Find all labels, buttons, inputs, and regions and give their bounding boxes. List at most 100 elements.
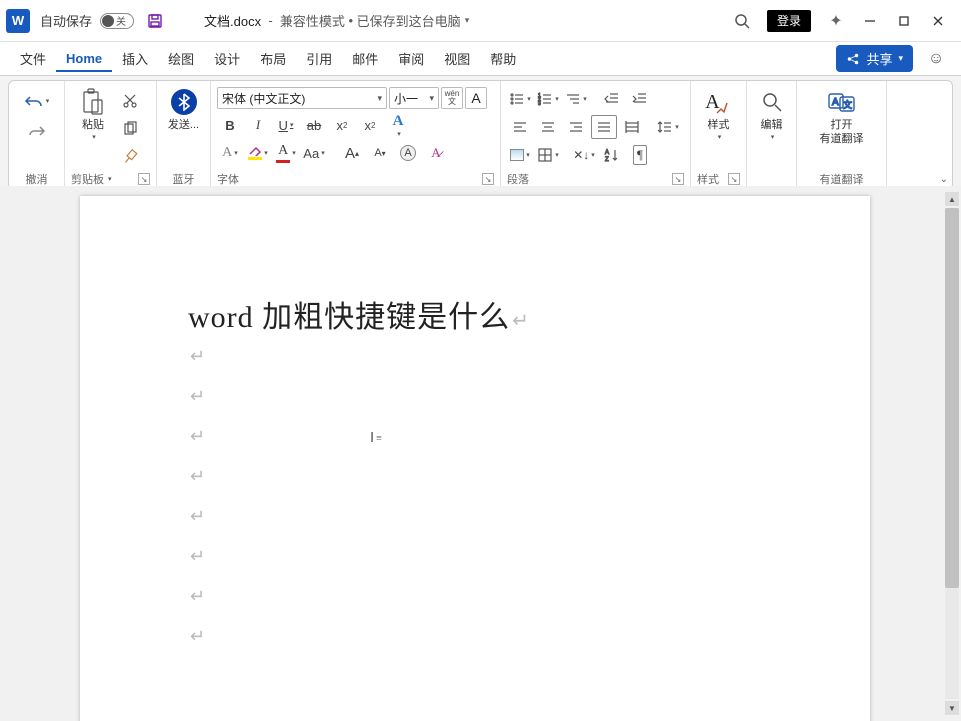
shrink-font-button[interactable]: A▾ [367,141,393,165]
tab-layout[interactable]: 布局 [250,43,296,74]
superscript-button[interactable]: x2 [357,113,383,137]
tab-review[interactable]: 审阅 [388,43,434,74]
styles-button[interactable]: A 样式 ▾ [697,85,740,141]
multilevel-list-button[interactable]: ▾ [563,87,589,111]
sort-button[interactable]: AZ [599,143,625,167]
redo-button[interactable] [24,119,50,143]
empty-paragraph[interactable]: ↵ [188,576,762,616]
chevron-down-icon: ▾ [465,15,470,26]
empty-paragraph[interactable]: ↵ [188,416,762,456]
align-distributed-button[interactable] [619,115,645,139]
bluetooth-send-button[interactable]: 发送... [163,85,204,131]
styles-label: 样式 [708,119,730,131]
char-border-button[interactable]: A [465,87,487,109]
window-minimize-button[interactable] [853,6,887,36]
coming-soon-button[interactable]: ✦ [819,6,853,36]
tab-references[interactable]: 引用 [296,43,342,74]
paste-label: 粘贴 [82,119,104,131]
bullets-button[interactable]: ▾ [507,87,533,111]
scroll-thumb[interactable] [945,208,959,588]
tab-insert[interactable]: 插入 [112,43,158,74]
window-restore-button[interactable] [887,6,921,36]
document-area: word 加粗快捷键是什么↵ ↵ ↵ ↵ ↵ ↵ ↵ ↵ ↵ Ⅰ≡ ▲ ▼ [0,186,961,721]
page[interactable]: word 加粗快捷键是什么↵ ↵ ↵ ↵ ↵ ↵ ↵ ↵ ↵ Ⅰ≡ [80,196,870,721]
empty-paragraph[interactable]: ↵ [188,496,762,536]
login-button[interactable]: 登录 [759,6,819,36]
bold-button[interactable]: B [217,113,243,137]
text-cursor-icon: Ⅰ≡ [370,430,382,447]
compat-mode: 兼容性模式 [280,11,345,30]
tab-design[interactable]: 设计 [204,43,250,74]
grow-font-button[interactable]: A▴ [339,141,365,165]
empty-paragraph[interactable]: ↵ [188,456,762,496]
empty-paragraph[interactable]: ↵ [188,536,762,576]
tab-mailings[interactable]: 邮件 [342,43,388,74]
increase-indent-button[interactable] [627,87,653,111]
account-icon[interactable]: ☺ [921,50,951,68]
share-button[interactable]: 共享 ▾ [836,45,913,72]
translate-line2: 有道翻译 [820,133,864,145]
group-undo: ▾ 撤消 [9,81,65,189]
font-name-select[interactable]: 宋体 (中文正文)▾ [217,87,387,109]
group-paragraph: ▾ 123▾ ▾ ▾ ▾ ▾ ✕↓▾ AZ [501,81,691,189]
ribbon-tabs: 文件 Home 插入 绘图 设计 布局 引用 邮件 审阅 视图 帮助 共享 ▾ … [0,42,961,76]
save-button[interactable] [146,12,164,30]
align-right-button[interactable] [563,115,589,139]
dialog-launcher-icon[interactable]: ↘ [728,173,740,185]
show-marks-button[interactable]: ¶ [627,143,653,167]
align-left-button[interactable] [507,115,533,139]
clear-formatting-button[interactable]: A̷ [423,141,449,165]
copy-button[interactable] [117,117,143,141]
scroll-down-button[interactable]: ▼ [945,701,959,715]
font-color-button[interactable]: A▾ [273,141,299,165]
window-title[interactable]: 文档.docx - 兼容性模式 • 已保存到这台电脑 ▾ [204,11,469,30]
tab-draw[interactable]: 绘图 [158,43,204,74]
tab-view[interactable]: 视图 [434,43,480,74]
undo-button[interactable]: ▾ [24,89,50,113]
cut-button[interactable] [117,89,143,113]
empty-paragraph[interactable]: ↵ [188,336,762,376]
enclosed-char-button[interactable]: A [395,141,421,165]
line-spacing-button[interactable]: ▾ [655,115,681,139]
empty-paragraph[interactable]: ↵ [188,376,762,416]
underline-button[interactable]: U▾ [273,113,299,137]
numbering-button[interactable]: 123▾ [535,87,561,111]
dialog-launcher-icon[interactable]: ↘ [138,173,150,185]
empty-paragraph[interactable]: ↵ [188,616,762,656]
scroll-track[interactable] [945,208,959,699]
ribbon-collapse[interactable]: ⌄ [887,81,952,189]
tab-home[interactable]: Home [56,45,112,72]
asian-layout-button[interactable]: ✕↓▾ [571,143,597,167]
vertical-scrollbar[interactable]: ▲ ▼ [945,192,959,715]
font-color-clear-button[interactable]: A▾ [217,141,243,165]
font-size-select[interactable]: 小一▾ [389,87,439,109]
highlight-button[interactable]: ▾ [245,141,271,165]
window-close-button[interactable] [921,6,955,36]
align-center-button[interactable] [535,115,561,139]
subscript-button[interactable]: x2 [329,113,355,137]
italic-button[interactable]: I [245,113,271,137]
scroll-up-button[interactable]: ▲ [945,192,959,206]
change-case-button[interactable]: Aa▾ [301,141,327,165]
align-justify-button[interactable] [591,115,617,139]
group-clipboard: 粘贴 ▾ 剪贴板▾ ↘ [65,81,157,189]
paste-button[interactable]: 粘贴 ▾ [71,85,115,141]
shading-button[interactable]: ▾ [507,143,533,167]
autosave-toggle[interactable]: 关 [100,13,134,29]
text-effects-button[interactable]: A▾ [385,113,411,137]
youdao-translate-button[interactable]: A文 打开 有道翻译 [807,85,877,145]
search-button[interactable] [725,6,759,36]
dialog-launcher-icon[interactable]: ↘ [672,173,684,185]
dialog-launcher-icon[interactable]: ↘ [482,173,494,185]
editing-button[interactable]: 编辑 ▾ [753,85,790,141]
group-editing: 编辑 ▾ [747,81,797,189]
strikethrough-button[interactable]: ab [301,113,327,137]
group-label-undo: 撤消 [15,169,58,187]
tab-help[interactable]: 帮助 [480,43,526,74]
document-heading[interactable]: word 加粗快捷键是什么↵ [188,292,762,336]
borders-button[interactable]: ▾ [535,143,561,167]
format-painter-button[interactable] [117,145,143,169]
phonetic-guide-button[interactable]: wén文 [441,87,463,109]
decrease-indent-button[interactable] [599,87,625,111]
tab-file[interactable]: 文件 [10,43,56,74]
